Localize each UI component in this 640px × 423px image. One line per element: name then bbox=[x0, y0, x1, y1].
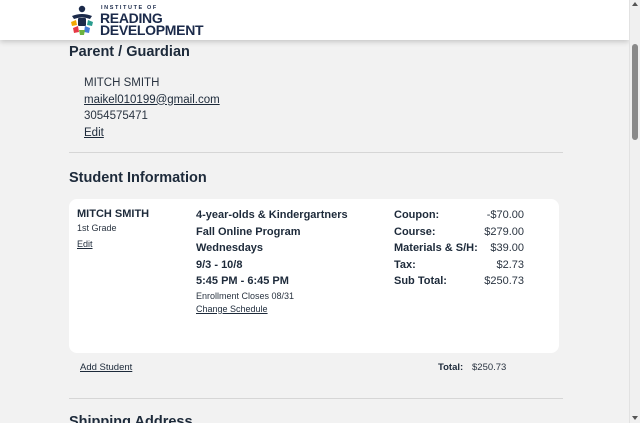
page-scrollbar[interactable] bbox=[629, 0, 640, 423]
student-section-title: Student Information bbox=[69, 170, 207, 186]
edit-parent-link[interactable]: Edit bbox=[84, 127, 104, 139]
total-value: $250.73 bbox=[472, 362, 507, 373]
logo-word-development: DEVELOPMENT bbox=[100, 22, 204, 38]
program-details: 4-year-olds & Kindergartners Fall Online… bbox=[196, 207, 348, 316]
student-grade: 1st Grade bbox=[77, 223, 117, 233]
parent-name: MITCH SMITH bbox=[84, 77, 160, 89]
fee-label: Tax: bbox=[394, 258, 416, 271]
student-card: MITCH SMITH 1st Grade Edit 4-year-olds &… bbox=[69, 199, 559, 353]
fee-row: Sub Total: $250.73 bbox=[394, 273, 524, 290]
edit-student-link[interactable]: Edit bbox=[77, 239, 93, 249]
fee-value: $2.73 bbox=[496, 258, 524, 271]
fee-label: Course: bbox=[394, 225, 436, 238]
fee-row: Tax: $2.73 bbox=[394, 257, 524, 274]
fee-value: $250.73 bbox=[484, 275, 524, 287]
fee-row: Materials & S/H: $39.00 bbox=[394, 240, 524, 257]
fee-value: $39.00 bbox=[490, 242, 524, 254]
total-label: Total: bbox=[438, 362, 464, 373]
scrollbar-thumb[interactable] bbox=[632, 44, 638, 140]
program-time: 5:45 PM - 6:45 PM bbox=[196, 275, 289, 287]
parent-email-link[interactable]: maikel010199@gmail.com bbox=[84, 94, 220, 106]
fee-summary: Coupon: -$70.00 Course: $279.00 Material… bbox=[394, 207, 524, 290]
site-header: INSTITUTE OF READING DEVELOPMENT bbox=[0, 0, 629, 40]
site-logo[interactable]: INSTITUTE OF READING DEVELOPMENT bbox=[68, 4, 218, 38]
shipping-section-title: Shipping Address bbox=[69, 414, 193, 423]
program-age-group: 4-year-olds & Kindergartners bbox=[196, 209, 348, 221]
fee-label: Materials & S/H: bbox=[394, 242, 478, 254]
student-name: MITCH SMITH bbox=[77, 208, 150, 220]
enrollment-note: Enrollment Closes 08/31 bbox=[196, 290, 295, 301]
fee-row: Coupon: -$70.00 bbox=[394, 207, 524, 224]
parent-section-title: Parent / Guardian bbox=[69, 44, 190, 60]
program-name: Fall Online Program bbox=[196, 225, 301, 238]
change-schedule-link[interactable]: Change Schedule bbox=[196, 304, 268, 314]
parent-phone: 3054575471 bbox=[84, 110, 148, 122]
scroll-down-arrow-icon[interactable] bbox=[632, 416, 638, 420]
parent-info: MITCH SMITH maikel010199@gmail.com 30545… bbox=[84, 75, 220, 141]
scroll-up-arrow-icon[interactable] bbox=[632, 2, 638, 6]
fee-label: Coupon: bbox=[394, 209, 440, 221]
program-dates: 9/3 - 10/8 bbox=[196, 258, 243, 271]
fee-value: $279.00 bbox=[484, 225, 524, 238]
logo-icon bbox=[71, 5, 93, 35]
fee-row: Course: $279.00 bbox=[394, 224, 524, 241]
fee-label: Sub Total: bbox=[394, 275, 447, 287]
add-student-link[interactable]: Add Student bbox=[80, 362, 132, 373]
section-divider bbox=[69, 398, 563, 399]
section-divider bbox=[69, 152, 563, 153]
program-day: Wednesdays bbox=[196, 242, 264, 254]
fee-value: -$70.00 bbox=[486, 209, 524, 221]
